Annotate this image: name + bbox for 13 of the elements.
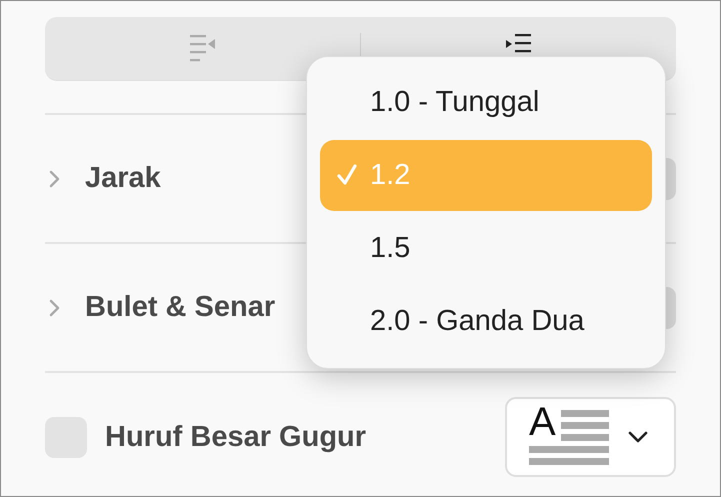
section-title: Jarak [85, 162, 161, 195]
indent-icon [506, 34, 532, 53]
chevron-icon[interactable] [49, 298, 61, 318]
chevron-icon[interactable] [49, 168, 61, 188]
menu-item[interactable]: 2.0 - Ganda Dua [320, 286, 652, 357]
drop-cap-style-button[interactable]: A [505, 397, 676, 477]
text-lines-icon [529, 408, 609, 466]
section-title: Bulet & Senar [85, 291, 276, 324]
chevron-down-icon [627, 430, 649, 444]
checkmark-icon [336, 163, 358, 187]
checkbox-label: Huruf Besar Gugur [105, 420, 366, 454]
menu-item[interactable]: 1.5 [320, 213, 652, 284]
menu-item[interactable]: 1.0 - Tunggal [320, 67, 652, 138]
